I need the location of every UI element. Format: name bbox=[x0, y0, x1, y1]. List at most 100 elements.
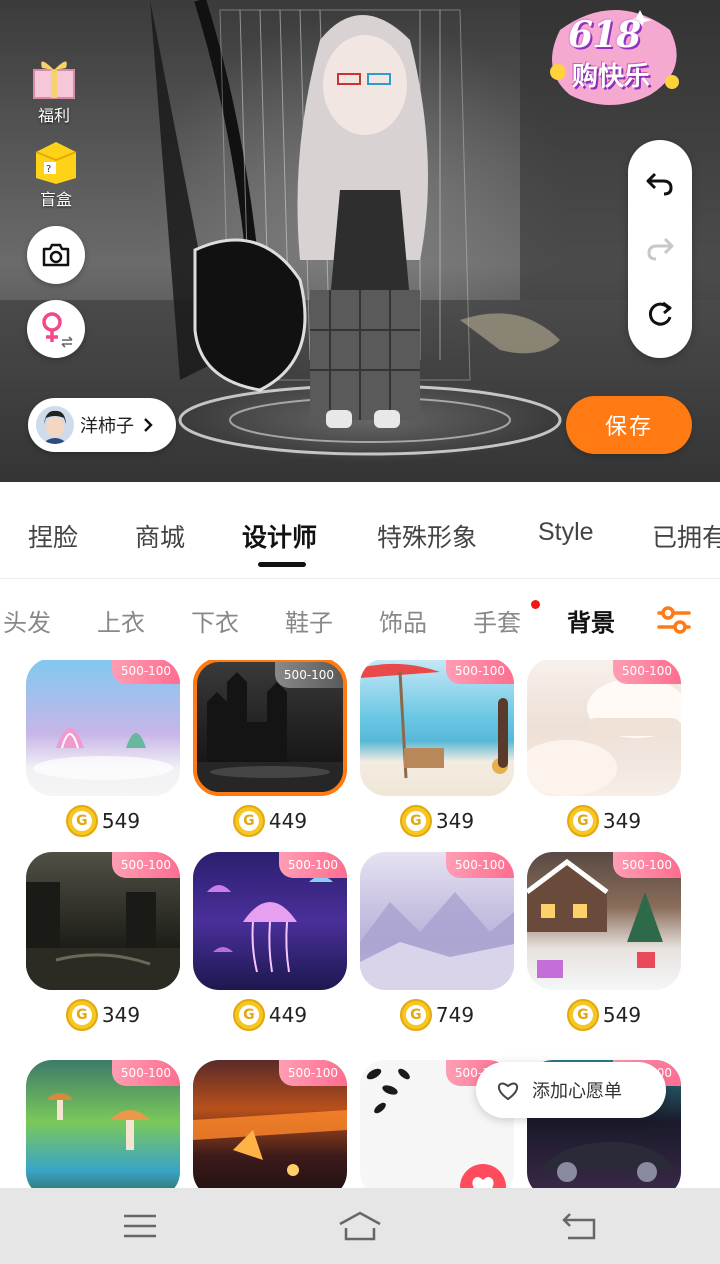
item-card[interactable]: 500-100 G 549 bbox=[527, 852, 681, 1032]
subtab-hair[interactable]: 头发 bbox=[3, 603, 51, 638]
coin-icon: G bbox=[399, 999, 432, 1031]
item-card-selected[interactable]: 500-100 G 449 bbox=[193, 660, 347, 838]
item-price: G 549 bbox=[527, 998, 681, 1032]
tab-face-edit[interactable]: 捏脸 bbox=[28, 518, 78, 554]
item-price-value: 549 bbox=[602, 1003, 642, 1027]
undo-button[interactable] bbox=[640, 164, 680, 204]
coin-icon: G bbox=[232, 999, 265, 1031]
home-button[interactable] bbox=[336, 1208, 384, 1244]
promo-discount-tag: 500-100 bbox=[279, 852, 347, 878]
item-card[interactable]: 500-100 G 749 bbox=[360, 852, 514, 1032]
item-price-value: 349 bbox=[602, 809, 642, 833]
subtab-gloves[interactable]: 手套 bbox=[473, 603, 521, 638]
tab-mall[interactable]: 商城 bbox=[135, 518, 185, 554]
promo-discount-tag: 500-100 bbox=[112, 1060, 180, 1086]
recent-apps-button[interactable] bbox=[116, 1208, 164, 1244]
main-category-tabs: 捏脸 商城 设计师 特殊形象 Style 已拥有 bbox=[0, 482, 720, 578]
gift-icon bbox=[33, 61, 75, 99]
item-thumbnail: 500-100 bbox=[360, 660, 514, 796]
item-price: G 349 bbox=[360, 804, 514, 838]
subtab-accessories[interactable]: 饰品 bbox=[379, 603, 427, 638]
promo-discount-tag: 500-100 bbox=[275, 662, 343, 688]
subtab-shoes[interactable]: 鞋子 bbox=[285, 603, 333, 638]
heart-outline-icon bbox=[497, 1082, 519, 1101]
item-thumbnail: 500-100 bbox=[26, 660, 180, 796]
avatar-preview-scene: 福利 ? 盲盒 618 购快乐 洋柿子 保存 bbox=[0, 0, 720, 482]
item-card[interactable]: 500-100 G 549 bbox=[26, 660, 180, 838]
chevron-right-icon bbox=[144, 418, 153, 432]
undo-icon bbox=[646, 172, 673, 196]
item-thumbnail: 500-100 bbox=[193, 660, 347, 796]
item-card[interactable]: 500-100 G 349 bbox=[26, 852, 180, 1032]
add-to-wishlist-button[interactable]: 添加心愿单 bbox=[476, 1062, 666, 1118]
coin-icon: G bbox=[566, 999, 599, 1031]
gender-switch-button[interactable] bbox=[27, 300, 85, 358]
reset-button[interactable] bbox=[640, 294, 680, 334]
item-card[interactable]: 500-100 G 349 bbox=[527, 660, 681, 838]
promo-discount-tag: 500-100 bbox=[112, 660, 180, 684]
blindbox-icon: ? bbox=[35, 142, 77, 184]
promo-discount-tag: 500-100 bbox=[446, 660, 514, 684]
item-price: G 749 bbox=[360, 998, 514, 1032]
item-price: G 349 bbox=[527, 804, 681, 838]
item-card[interactable]: 500-100 G 349 bbox=[360, 660, 514, 838]
subtab-top[interactable]: 上衣 bbox=[97, 603, 145, 638]
618-promo-badge[interactable]: 618 购快乐 bbox=[540, 0, 690, 110]
blindbox-label: 盲盒 bbox=[39, 190, 72, 209]
coin-icon: G bbox=[232, 805, 265, 837]
promo-sub-text: 购快乐 bbox=[572, 62, 651, 92]
wishlist-label: 添加心愿单 bbox=[532, 1081, 622, 1102]
camera-icon bbox=[42, 243, 70, 267]
item-card[interactable]: 500-100 bbox=[26, 1060, 180, 1188]
promo-discount-tag: 500-100 bbox=[613, 852, 681, 878]
item-price: G 349 bbox=[26, 998, 180, 1032]
edit-history-panel bbox=[628, 140, 692, 358]
back-button[interactable] bbox=[556, 1208, 604, 1244]
avatar bbox=[36, 406, 74, 444]
promo-618-text: 618 bbox=[568, 14, 641, 56]
item-price: G 449 bbox=[193, 998, 347, 1032]
item-thumbnail: 500-100 bbox=[527, 660, 681, 796]
user-name: 洋柿子 bbox=[80, 416, 134, 437]
tab-special-look[interactable]: 特殊形象 bbox=[377, 518, 477, 554]
item-price: G 549 bbox=[26, 804, 180, 838]
item-price-value: 449 bbox=[268, 809, 308, 833]
coin-icon: G bbox=[566, 805, 599, 837]
user-profile-pill[interactable]: 洋柿子 bbox=[28, 398, 176, 452]
coin-icon: G bbox=[65, 999, 98, 1031]
item-thumbnail: 500-100 bbox=[193, 1060, 347, 1188]
item-card[interactable]: 500-100 bbox=[193, 1060, 347, 1188]
system-navigation-bar bbox=[0, 1188, 720, 1264]
redo-icon bbox=[647, 237, 674, 261]
item-thumbnail: 500-100 bbox=[26, 1060, 180, 1188]
item-price-value: 549 bbox=[101, 809, 141, 833]
coin-icon: G bbox=[65, 805, 98, 837]
item-card[interactable]: 500-100 G 449 bbox=[193, 852, 347, 1032]
save-button[interactable]: 保存 bbox=[566, 396, 692, 454]
subtab-bottom[interactable]: 下衣 bbox=[191, 603, 239, 638]
item-thumbnail: 500-100 bbox=[193, 852, 347, 990]
reset-icon bbox=[648, 301, 672, 326]
svg-text:?: ? bbox=[46, 164, 51, 175]
item-price-value: 349 bbox=[435, 809, 475, 833]
menu-icon bbox=[124, 1214, 156, 1238]
item-price-value: 349 bbox=[101, 1003, 141, 1027]
promo-discount-tag: 500-100 bbox=[446, 852, 514, 878]
item-thumbnail: 500-100 bbox=[527, 852, 681, 990]
promo-discount-tag: 500-100 bbox=[112, 852, 180, 878]
item-price: G 449 bbox=[193, 804, 347, 838]
redo-button[interactable] bbox=[640, 229, 680, 269]
tab-owned[interactable]: 已拥有 bbox=[652, 518, 720, 554]
avatar-face-icon bbox=[36, 406, 74, 444]
subtab-background[interactable]: 背景 bbox=[567, 603, 615, 638]
blindbox-entry[interactable]: ? 盲盒 bbox=[30, 138, 82, 210]
tab-style[interactable]: Style bbox=[538, 518, 594, 547]
filter-icon[interactable] bbox=[656, 603, 692, 637]
promo-discount-tag: 500-100 bbox=[613, 660, 681, 684]
welfare-entry[interactable]: 福利 bbox=[28, 54, 80, 126]
item-thumbnail: 500-100 bbox=[26, 852, 180, 990]
tab-designer[interactable]: 设计师 bbox=[242, 518, 317, 554]
back-icon bbox=[562, 1213, 596, 1240]
camera-button[interactable] bbox=[27, 226, 85, 284]
item-thumbnail: 500-100 bbox=[360, 852, 514, 990]
